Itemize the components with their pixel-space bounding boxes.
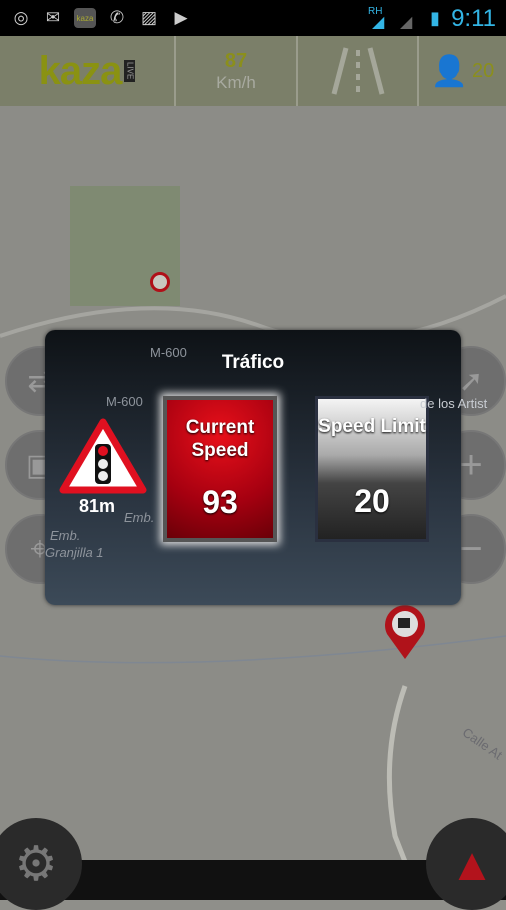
road-icon bbox=[331, 47, 384, 95]
current-speed-value: 93 bbox=[202, 484, 238, 520]
gallery-icon: ▨ bbox=[140, 8, 158, 27]
location-marker[interactable] bbox=[150, 272, 170, 292]
dialog-title: Tráfico bbox=[221, 352, 285, 373]
map-label: Emb. bbox=[50, 528, 81, 543]
compass-icon: ➚ bbox=[458, 364, 484, 398]
map-label: M-600 bbox=[150, 345, 187, 360]
speed-limit-label: Speed Limit bbox=[318, 416, 426, 437]
logo-text: kaza bbox=[38, 48, 123, 93]
users-count: 20 bbox=[472, 59, 495, 82]
battery-icon: ▮ bbox=[430, 8, 440, 28]
gps-icon: ◎ bbox=[13, 8, 29, 27]
speed-value: 87 bbox=[224, 49, 248, 72]
whatsapp-icon: ✆ bbox=[109, 8, 125, 27]
gmail-icon: ✉ bbox=[45, 8, 61, 27]
map-label: M-600 bbox=[106, 394, 143, 409]
minus-icon: − bbox=[459, 526, 483, 571]
status-bar: ◎ ✉ kaza ✆ ▨ ▶ RH ◢ ◢ ▮ 9:11 bbox=[0, 0, 506, 36]
speed-limit-panel: Speed Limit 20 bbox=[315, 396, 429, 542]
current-speed-panel: Current Speed 93 bbox=[163, 396, 277, 542]
user-icon: 👤 bbox=[430, 54, 469, 88]
speed-limit-value: 20 bbox=[354, 483, 390, 519]
signal2-icon: ◢ bbox=[400, 14, 413, 31]
map-label: de los Artist bbox=[420, 396, 488, 411]
clock: 9:11 bbox=[451, 5, 496, 32]
gear-icon: ⚙ bbox=[14, 838, 58, 891]
distance-label: 81m bbox=[79, 496, 116, 516]
map-label: Emb. bbox=[124, 510, 155, 525]
traffic-dialog: Tráfico 81m Current Speed 93 Speed Limit… bbox=[45, 330, 461, 605]
speed-display: 87 Km/h bbox=[176, 36, 298, 106]
kaza-app-icon: kaza bbox=[74, 8, 96, 28]
road-view-button[interactable] bbox=[298, 36, 419, 106]
play-store-icon: ▶ bbox=[174, 8, 188, 27]
signal-icon: ◢ bbox=[372, 14, 385, 31]
current-speed-label: Current Speed bbox=[185, 417, 255, 461]
logo: kaza LIVE bbox=[0, 36, 176, 106]
logo-badge: LIVE bbox=[124, 60, 136, 82]
plus-icon: + bbox=[459, 442, 483, 487]
map-label: Granjilla 1 bbox=[45, 545, 104, 560]
users-button[interactable]: 👤 20 bbox=[419, 36, 506, 106]
speed-camera-pin[interactable] bbox=[382, 604, 428, 660]
speed-unit: Km/h bbox=[216, 72, 256, 92]
warning-triangle-icon: ▲ bbox=[449, 838, 495, 890]
traffic-light-warning-icon bbox=[59, 418, 147, 494]
top-bar: kaza LIVE 87 Km/h 👤 20 bbox=[0, 36, 506, 106]
